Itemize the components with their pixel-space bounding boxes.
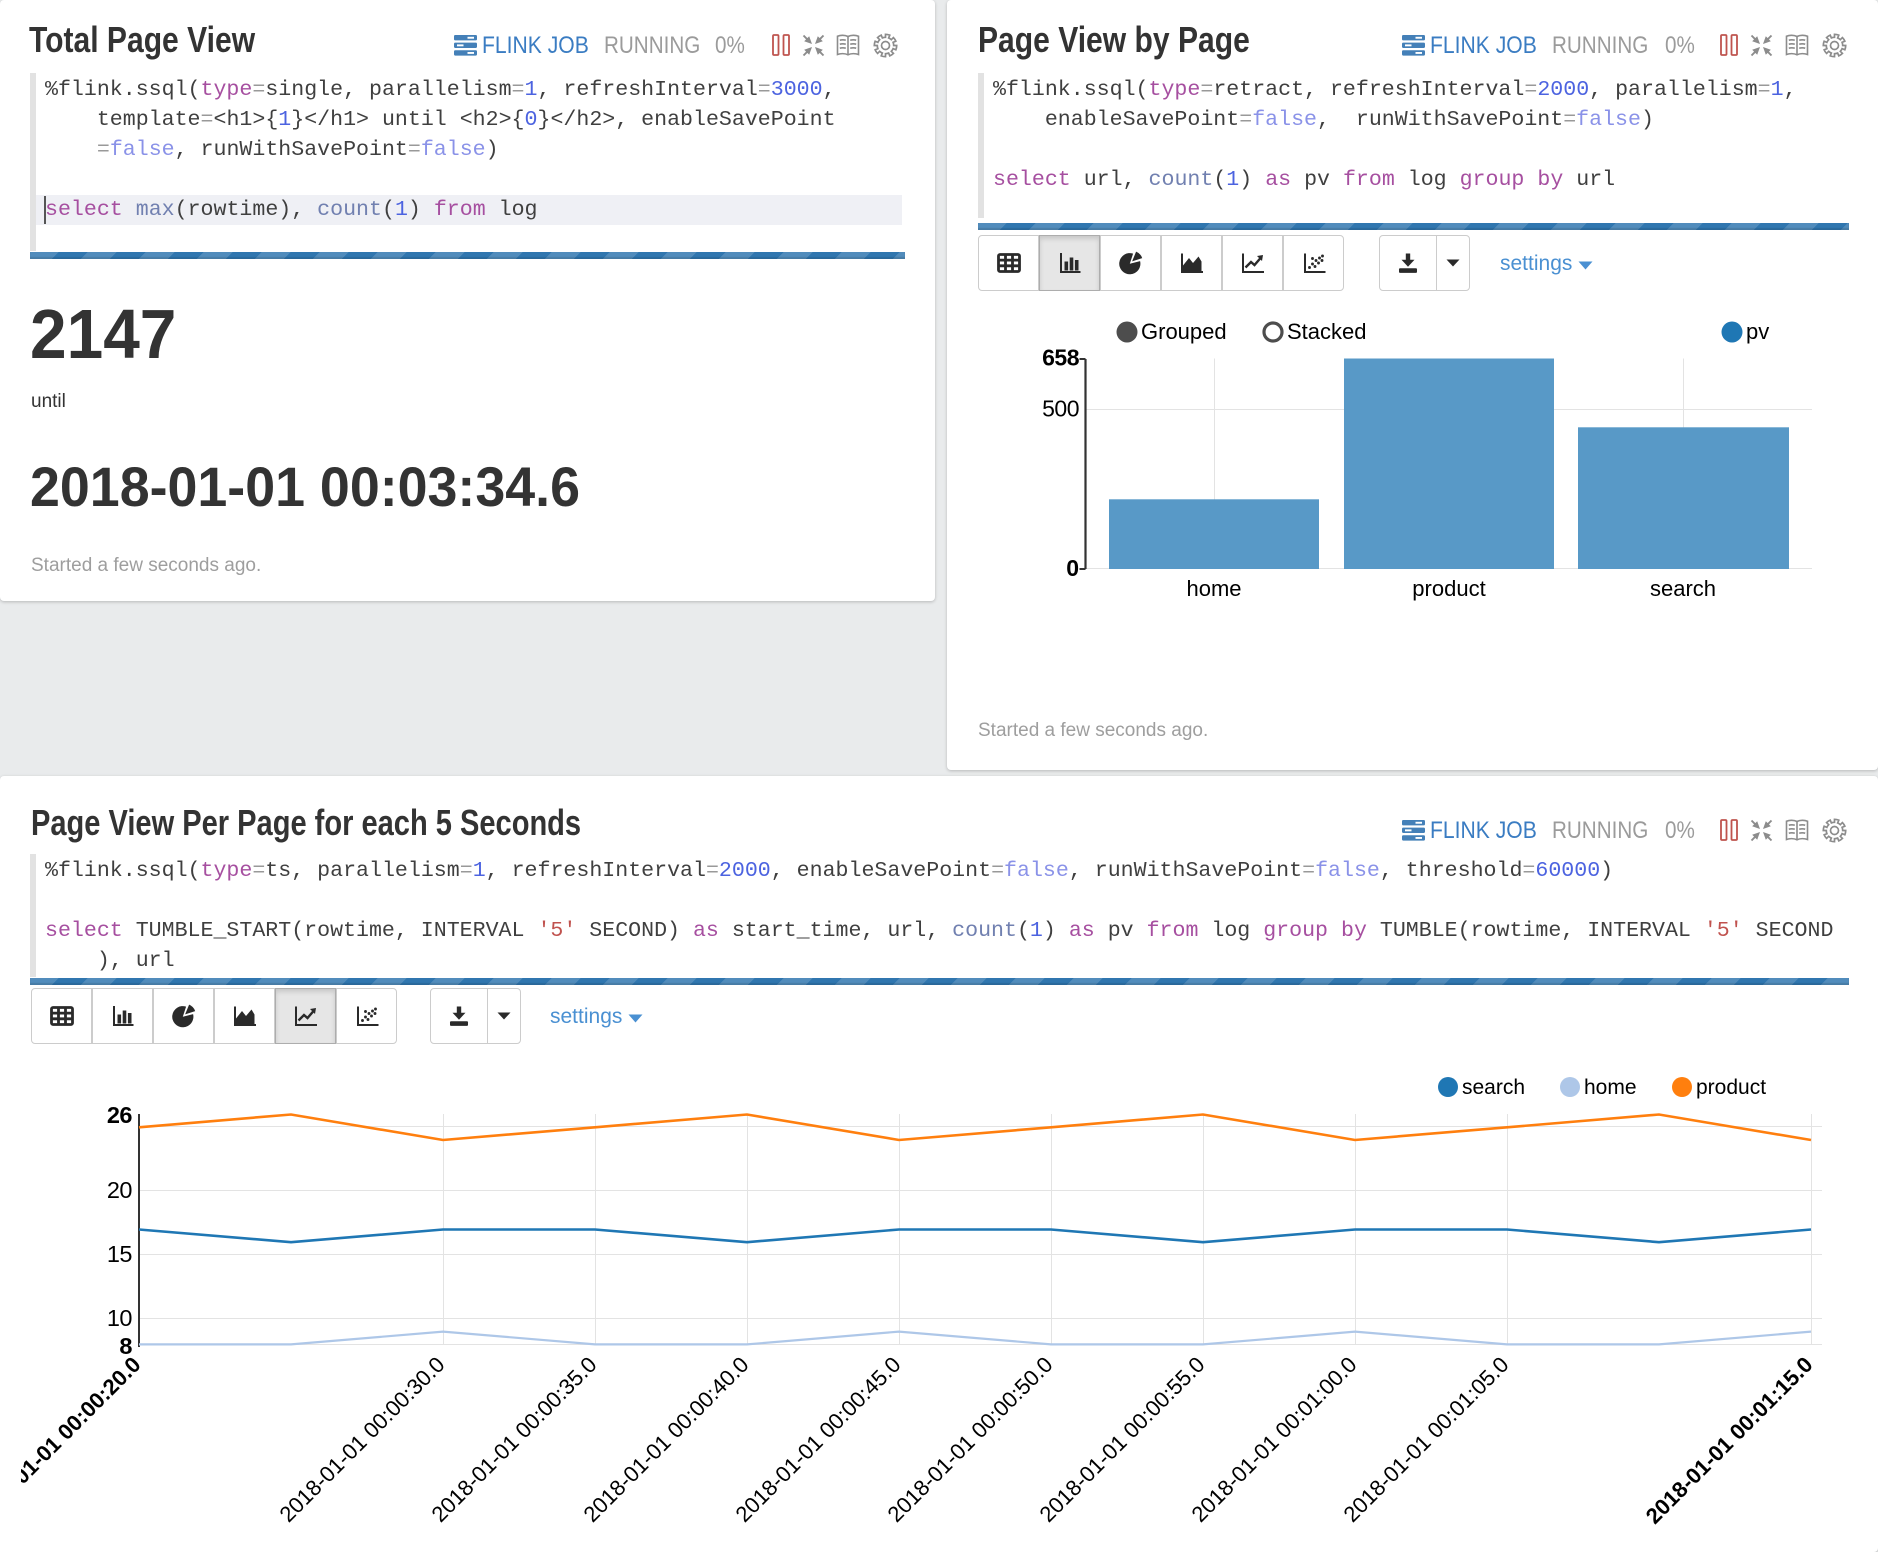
svg-text:search: search [1462,1076,1525,1099]
svg-text:20: 20 [107,1177,133,1203]
svg-text:Stacked: Stacked [1287,319,1367,344]
svg-text:product: product [1696,1076,1766,1099]
svg-text:pv: pv [1746,319,1769,344]
svg-text:500: 500 [1042,396,1079,422]
svg-text:2018-01-01 00:01:05.0: 2018-01-01 00:01:05.0 [1338,1352,1513,1527]
svg-text:658: 658 [1042,345,1080,371]
svg-text:2018-01-01 00:00:20.0: 2018-01-01 00:00:20.0 [0,1352,146,1529]
svg-text:search: search [1650,576,1716,601]
svg-text:2018-01-01 00:00:30.0: 2018-01-01 00:00:30.0 [274,1352,449,1527]
svg-text:26: 26 [107,1102,133,1128]
svg-text:10: 10 [107,1305,133,1331]
svg-text:2018-01-01 00:00:45.0: 2018-01-01 00:00:45.0 [730,1352,905,1527]
svg-text:Grouped: Grouped [1141,319,1227,344]
svg-text:0: 0 [1066,555,1079,581]
svg-text:2018-01-01 00:01:15.0: 2018-01-01 00:01:15.0 [1641,1352,1818,1529]
svg-text:product: product [1412,576,1485,601]
svg-text:2018-01-01 00:00:55.0: 2018-01-01 00:00:55.0 [1034,1352,1209,1527]
svg-text:2018-01-01 00:00:40.0: 2018-01-01 00:00:40.0 [578,1352,753,1527]
svg-text:2018-01-01 00:01:00.0: 2018-01-01 00:01:00.0 [1186,1352,1361,1527]
svg-text:2018-01-01 00:00:35.0: 2018-01-01 00:00:35.0 [426,1352,601,1527]
svg-text:home: home [1584,1076,1637,1099]
svg-text:2018-01-01 00:00:50.0: 2018-01-01 00:00:50.0 [882,1352,1057,1527]
svg-text:home: home [1186,576,1241,601]
svg-text:15: 15 [107,1241,133,1267]
